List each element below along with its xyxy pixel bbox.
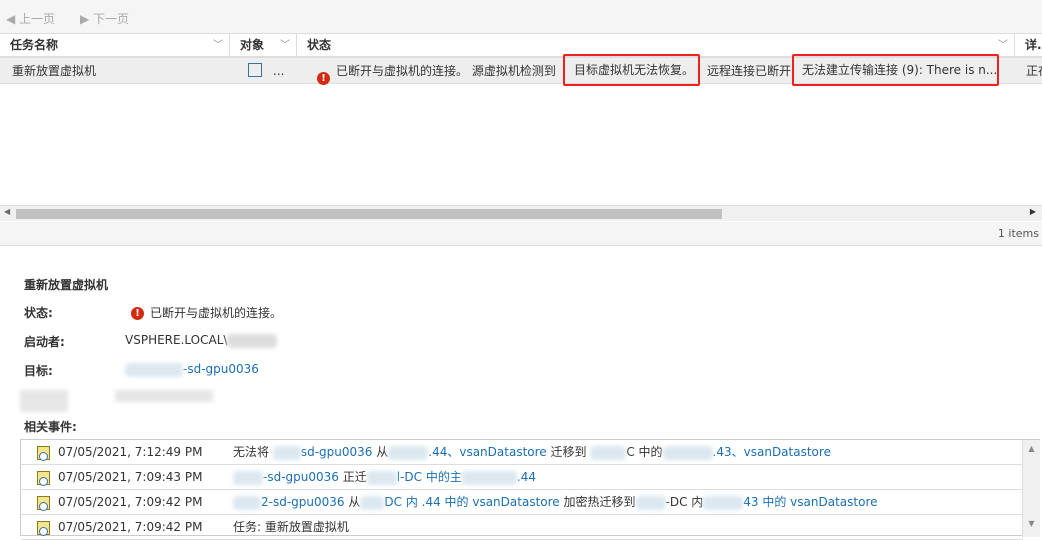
events-table: 07/05/2021, 7:12:49 PM 无法将 sd-gpu0036 从.…: [20, 439, 1040, 540]
detail-title: 重新放置虚拟机: [24, 278, 109, 292]
detail-value: 正在: [1026, 64, 1042, 78]
error-icon: !: [131, 305, 144, 320]
initiator-value: VSPHERE.LOCAL\: [125, 333, 278, 348]
event-icon: [37, 521, 50, 536]
list-item[interactable]: 07/05/2021, 7:09:43 PM -sd-gpu0036 正迁 l-D…: [21, 465, 1023, 490]
column-task-name[interactable]: 任务名称 ﹀: [0, 34, 230, 57]
status-label: 状态:: [24, 306, 53, 320]
scroll-left-icon[interactable]: ◀: [4, 207, 10, 216]
scroll-up-icon[interactable]: ▲: [1023, 444, 1040, 453]
event-message: 2-sd-gpu0036 从 DC 内 .44 中的 vsanDatastore …: [233, 490, 878, 514]
redacted: [115, 390, 213, 402]
event-time: 07/05/2021, 7:12:49 PM: [58, 445, 203, 459]
target-label: 目标:: [24, 364, 53, 378]
object-value: ...: [273, 64, 285, 78]
event-message: 任务: 重新放置虚拟机: [233, 520, 349, 534]
highlight-box: 目标虚拟机无法恢复。: [563, 54, 700, 86]
status-text-2: 远程连接已断开: [707, 64, 792, 78]
event-icon: [37, 496, 50, 511]
table-row[interactable]: 重新放置虚拟机 ... ! 已断开与虚拟机的连接。 源虚拟机检测到 目标虚拟机无…: [0, 54, 1042, 86]
vertical-scrollbar[interactable]: ▲ ▼: [1022, 440, 1040, 537]
list-item[interactable]: 07/05/2021, 7:09:42 PM 2-sd-gpu0036 从 DC …: [21, 490, 1023, 515]
scroll-down-icon[interactable]: ▼: [1023, 519, 1040, 528]
target-link[interactable]: -sd-gpu0036: [125, 362, 259, 377]
status-value: 已断开与虚拟机的连接。: [150, 306, 283, 320]
vm-object-icon[interactable]: [248, 63, 262, 77]
event-message: 无法将 sd-gpu0036 从 .44、vsanDatastore 迁移到 C …: [233, 445, 831, 460]
event-time: 07/05/2021, 7:09:42 PM: [58, 495, 203, 509]
pager-bar: ◀ 上一页 ▶ 下一页: [0, 0, 1042, 33]
highlight-box: 无法建立传输连接 (9): There is n...: [792, 54, 999, 86]
scroll-right-icon[interactable]: ▶: [1030, 207, 1036, 216]
redacted: [20, 390, 68, 412]
status-text: 已断开与虚拟机的连接。 源虚拟机检测到: [336, 64, 556, 78]
events-label: 相关事件:: [24, 420, 77, 434]
chevron-down-icon[interactable]: ﹀: [280, 34, 290, 57]
list-item[interactable]: 07/05/2021, 7:12:49 PM 无法将 sd-gpu0036 从.…: [21, 440, 1023, 465]
initiator-label: 启动者:: [24, 335, 65, 349]
event-time: 07/05/2021, 7:09:42 PM: [58, 520, 203, 534]
task-name: 重新放置虚拟机: [12, 64, 97, 78]
error-icon: !: [317, 64, 330, 90]
event-message: -sd-gpu0036 正迁 l-DC 中的主 .44: [233, 465, 536, 489]
scrollbar-thumb[interactable]: [16, 209, 722, 219]
item-count: 1 items: [0, 222, 1042, 246]
list-item[interactable]: 07/05/2021, 7:09:42 PM 任务: 重新放置虚拟机: [21, 515, 1023, 540]
column-object[interactable]: 对象 ﹀: [230, 34, 297, 57]
event-icon: [37, 446, 50, 461]
column-details[interactable]: 详...: [1015, 34, 1042, 57]
chevron-down-icon[interactable]: ﹀: [213, 34, 223, 57]
event-time: 07/05/2021, 7:09:43 PM: [58, 470, 203, 484]
chevron-down-icon[interactable]: ﹀: [998, 34, 1008, 57]
event-icon: [37, 471, 50, 486]
horizontal-scrollbar[interactable]: ◀ ▶: [0, 205, 1042, 221]
prev-page-button[interactable]: ◀ 上一页: [6, 10, 55, 27]
next-page-button[interactable]: ▶ 下一页: [80, 10, 129, 27]
